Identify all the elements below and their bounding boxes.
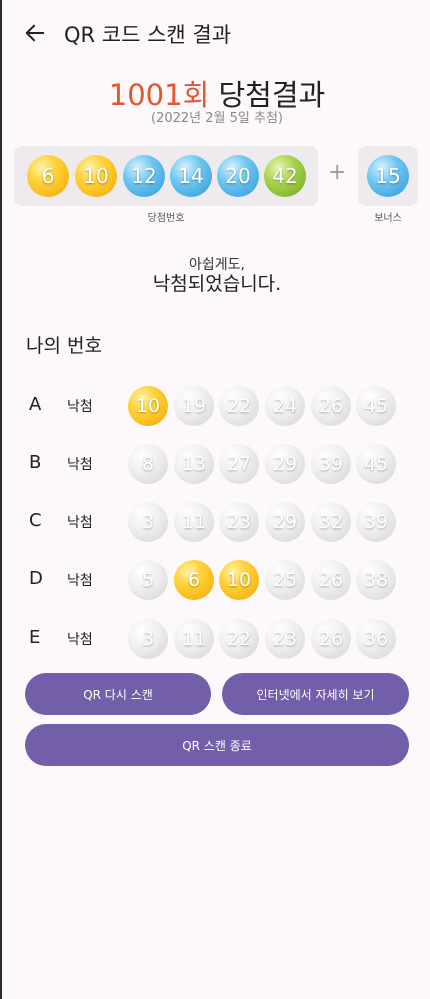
draw-date: (2022년 2월 5일 추첨) [151, 111, 283, 126]
unmatched-number-ball: 32 [311, 502, 351, 542]
row-result: 낙첨 [67, 573, 93, 589]
unmatched-number-ball: 8 [128, 444, 168, 484]
row-result: 낙첨 [67, 399, 93, 415]
unmatched-number-ball: 26 [311, 386, 351, 426]
unmatched-number-ball: 26 [311, 619, 351, 659]
unmatched-number-ball: 5 [128, 560, 168, 600]
winning-number-ball: 10 [75, 155, 117, 197]
bonus-number-ball: 15 [367, 155, 409, 197]
unmatched-number-ball: 38 [356, 560, 396, 600]
app-bar: QR 코드 스캔 결과 [2, 0, 430, 66]
unmatched-number-ball: 23 [265, 619, 305, 659]
unmatched-number-ball: 22 [219, 619, 259, 659]
winning-caption: 당첨번호 [147, 213, 185, 224]
matched-number-ball: 10 [128, 386, 168, 426]
matched-number-ball: 10 [219, 560, 259, 600]
matched-number-ball: 6 [174, 560, 214, 600]
bonus-caption: 보너스 [374, 213, 402, 224]
row-letter: B [29, 452, 42, 473]
row-letter: D [29, 568, 43, 589]
unmatched-number-ball: 24 [265, 386, 305, 426]
unmatched-number-ball: 39 [311, 444, 351, 484]
arrow-left-icon [25, 24, 45, 42]
winning-number-ball: 20 [217, 155, 259, 197]
unmatched-number-ball: 45 [356, 386, 396, 426]
unmatched-number-ball: 29 [265, 502, 305, 542]
unmatched-number-ball: 26 [311, 560, 351, 600]
unmatched-number-ball: 3 [128, 619, 168, 659]
unmatched-number-ball: 23 [219, 502, 259, 542]
winning-number-ball: 14 [170, 155, 212, 197]
row-result: 낙첨 [67, 515, 93, 531]
unmatched-number-ball: 13 [174, 444, 214, 484]
row-letter: A [29, 394, 42, 415]
unmatched-number-ball: 25 [265, 560, 305, 600]
winning-number-ball: 6 [27, 155, 69, 197]
unmatched-number-ball: 11 [174, 502, 214, 542]
unmatched-number-ball: 19 [174, 386, 214, 426]
result-message-line2: 낙첨되었습니다. [152, 273, 282, 295]
unmatched-number-ball: 22 [219, 386, 259, 426]
unmatched-number-ball: 11 [174, 619, 214, 659]
unmatched-number-ball: 27 [219, 444, 259, 484]
view-details-button[interactable]: 인터넷에서 자세히 보기 [222, 673, 409, 715]
back-button[interactable] [20, 18, 50, 48]
unmatched-number-ball: 45 [356, 444, 396, 484]
unmatched-number-ball: 29 [265, 444, 305, 484]
row-letter: E [29, 627, 41, 648]
page-title: QR 코드 스캔 결과 [64, 23, 232, 47]
row-letter: C [29, 510, 42, 531]
unmatched-number-ball: 36 [356, 619, 396, 659]
plus-sign: + [328, 160, 347, 185]
winning-number-ball: 42 [264, 155, 306, 197]
my-numbers-title: 나의 번호 [26, 335, 102, 357]
row-result: 낙첨 [67, 632, 93, 648]
unmatched-number-ball: 3 [128, 502, 168, 542]
scan-result-screen: QR 코드 스캔 결과 1001회 당첨결과 (2022년 2월 5일 추첨) … [0, 0, 430, 999]
rescan-button[interactable]: QR 다시 스캔 [25, 673, 211, 715]
row-result: 낙첨 [67, 457, 93, 473]
unmatched-number-ball: 39 [356, 502, 396, 542]
exit-scan-button[interactable]: QR 스캔 종료 [25, 724, 409, 766]
winning-number-ball: 12 [123, 155, 165, 197]
